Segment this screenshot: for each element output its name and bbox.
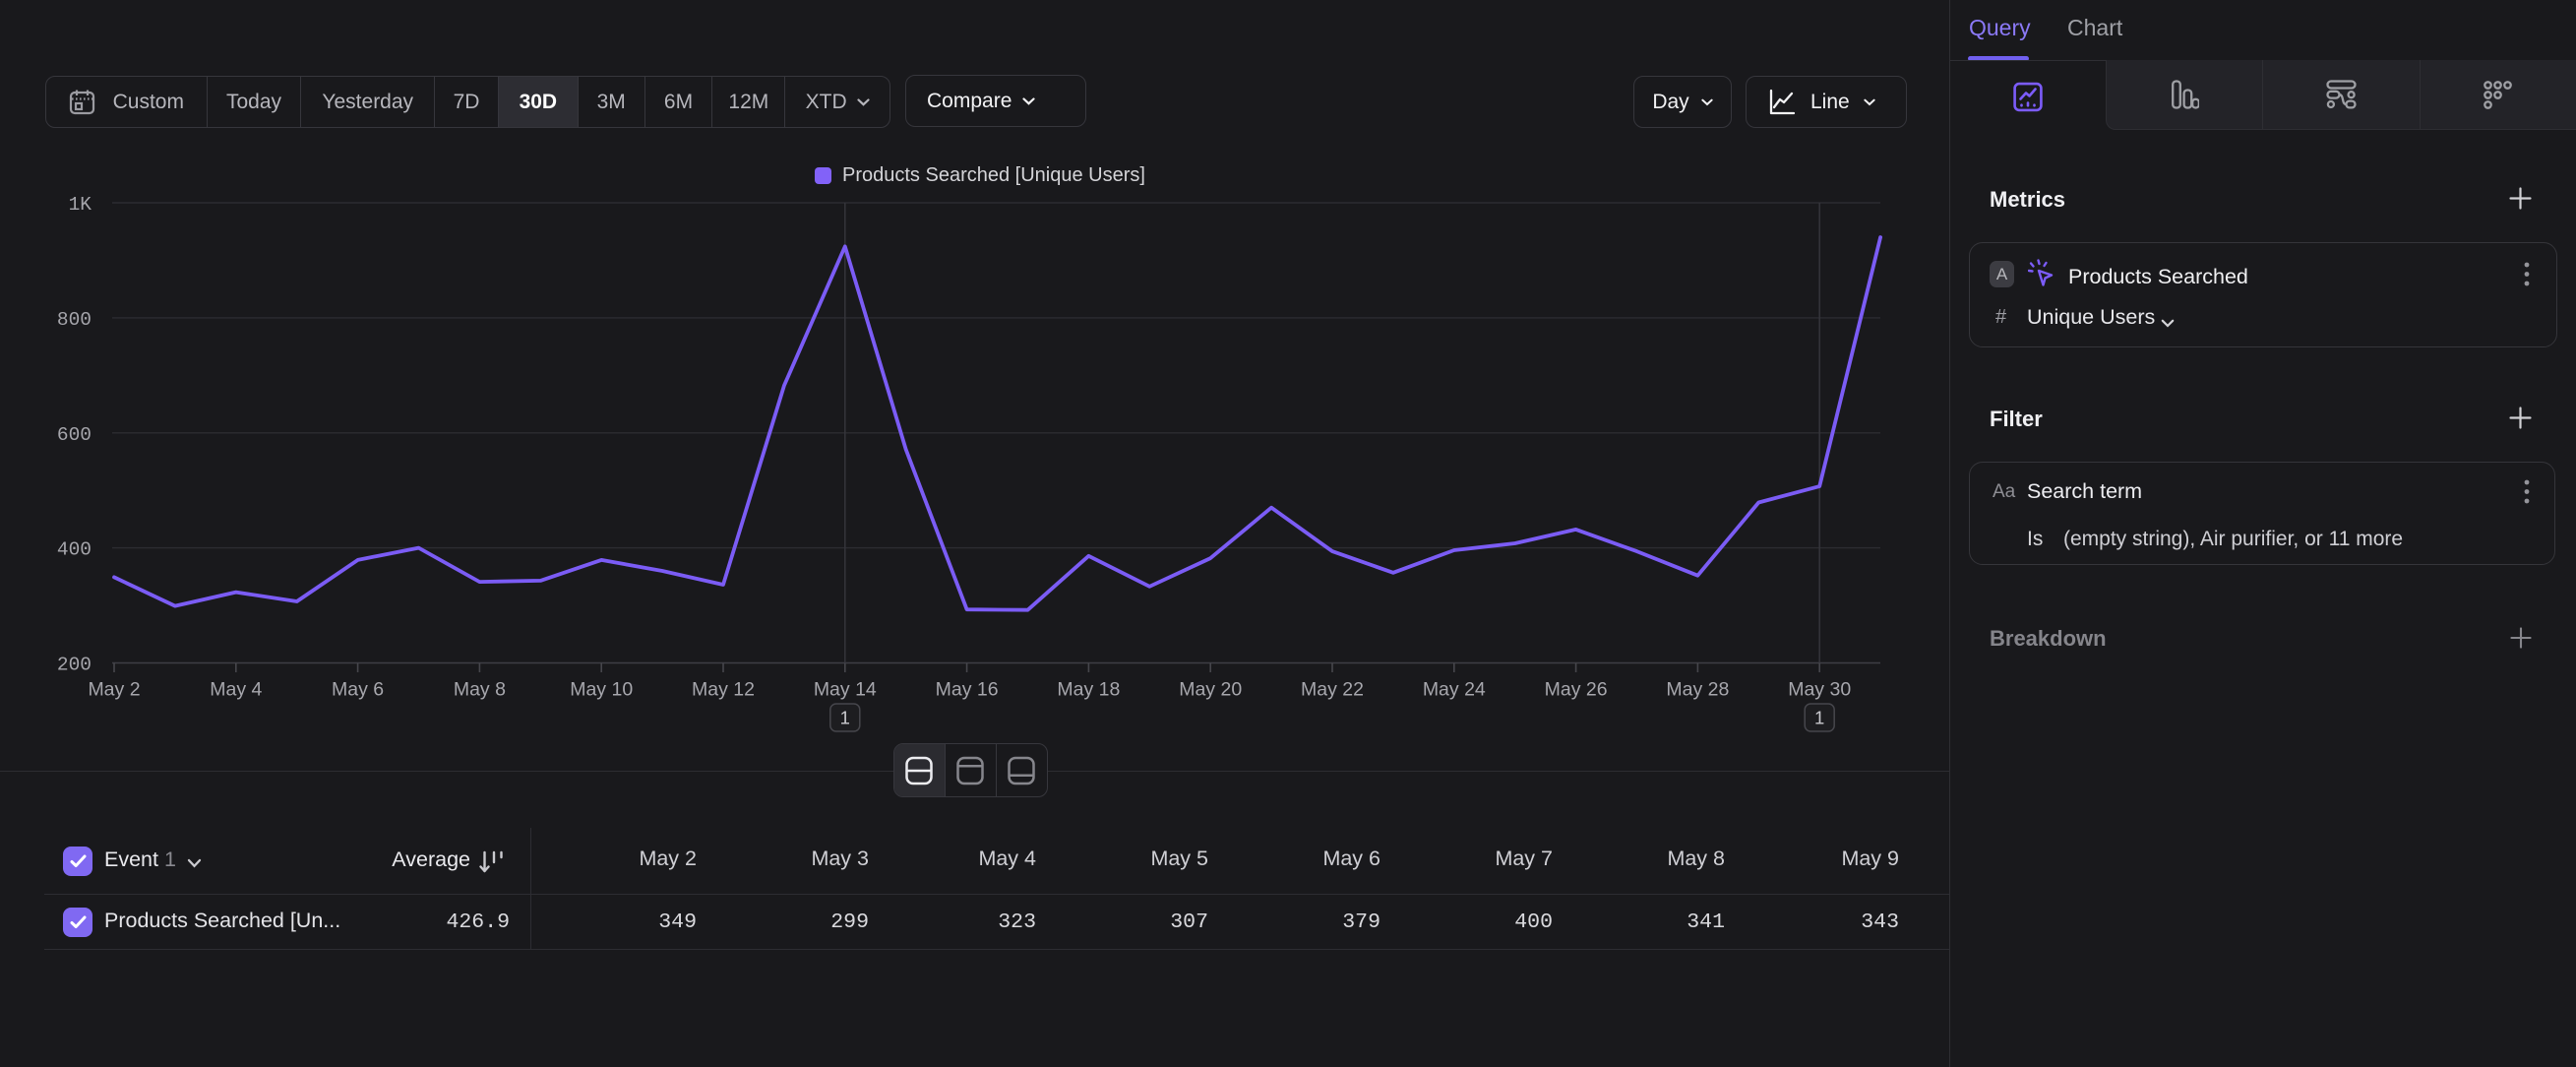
svg-text:1K: 1K <box>69 194 92 216</box>
svg-text:May 4: May 4 <box>210 679 262 701</box>
svg-text:May 16: May 16 <box>936 679 999 701</box>
svg-text:May 24: May 24 <box>1423 679 1486 701</box>
svg-text:1: 1 <box>840 708 850 728</box>
svg-text:May 26: May 26 <box>1545 679 1608 701</box>
svg-text:May 2: May 2 <box>88 679 140 701</box>
svg-text:400: 400 <box>57 539 92 561</box>
svg-text:1: 1 <box>1814 708 1824 728</box>
svg-text:May 14: May 14 <box>814 679 877 701</box>
svg-text:May 28: May 28 <box>1666 679 1729 701</box>
svg-text:May 20: May 20 <box>1179 679 1242 701</box>
svg-text:May 6: May 6 <box>332 679 384 701</box>
svg-text:May 30: May 30 <box>1788 679 1851 701</box>
svg-text:200: 200 <box>57 655 92 676</box>
svg-text:800: 800 <box>57 309 92 331</box>
svg-text:600: 600 <box>57 424 92 446</box>
svg-text:May 18: May 18 <box>1057 679 1120 701</box>
svg-text:May 12: May 12 <box>692 679 755 701</box>
svg-text:May 10: May 10 <box>570 679 633 701</box>
svg-text:May 8: May 8 <box>454 679 506 701</box>
svg-text:May 22: May 22 <box>1301 679 1364 701</box>
